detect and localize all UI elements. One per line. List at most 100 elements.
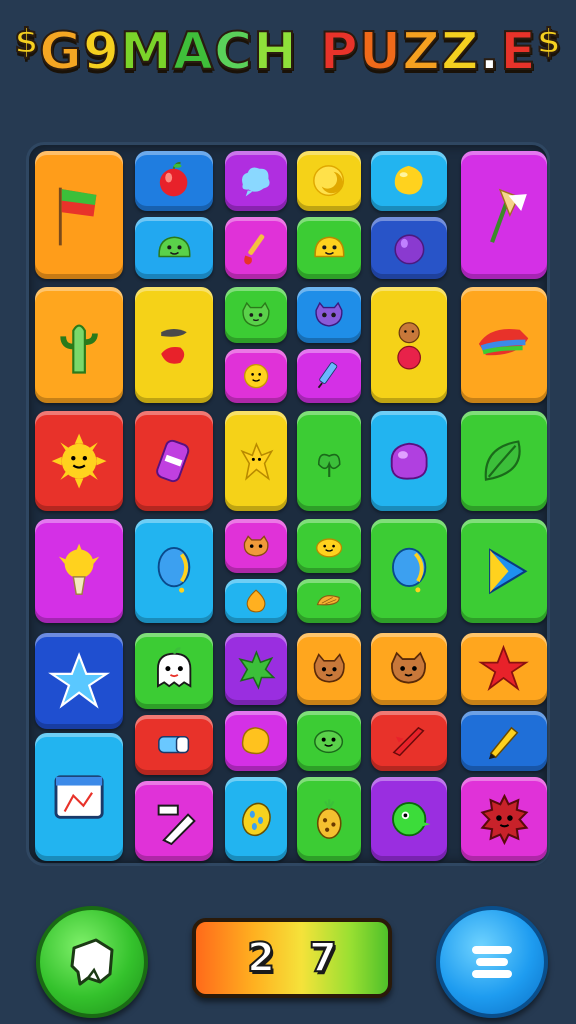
sun-face-icon bbox=[243, 363, 269, 389]
balloon-tile[interactable] bbox=[135, 519, 213, 623]
lemon-drop-icon bbox=[395, 166, 423, 195]
red-fuzzball-icon bbox=[479, 793, 529, 845]
paintbrush-tile[interactable] bbox=[225, 217, 287, 279]
title-letter: E bbox=[499, 21, 537, 83]
eraser-icon bbox=[157, 804, 196, 846]
ghost-tile[interactable] bbox=[135, 633, 213, 709]
bear-tomato-tile[interactable] bbox=[371, 287, 447, 403]
purple-cat-icon bbox=[315, 301, 343, 327]
red-fuzzball-tile[interactable] bbox=[461, 777, 547, 861]
yellow-blob-tile[interactable] bbox=[225, 711, 287, 771]
title-letter: Z bbox=[401, 21, 441, 83]
lightbulb-tile[interactable] bbox=[35, 519, 123, 623]
yellow-star-creature-tile[interactable] bbox=[225, 411, 287, 511]
paintbrush-icon bbox=[243, 233, 264, 265]
smile-slime-tile[interactable] bbox=[297, 519, 361, 573]
red-star-tile[interactable] bbox=[461, 633, 547, 705]
title-ornament-right: $ bbox=[536, 21, 562, 63]
yellow-star-creature-icon bbox=[239, 441, 274, 481]
pineapple-tile[interactable] bbox=[297, 777, 361, 861]
green-slime-icon bbox=[157, 236, 191, 257]
yellow-slime-tile[interactable] bbox=[297, 217, 361, 279]
play-triangle-tile[interactable] bbox=[461, 519, 547, 623]
moon-icon bbox=[313, 165, 345, 197]
title-letter: Z bbox=[440, 21, 480, 83]
title-letter: C bbox=[213, 21, 254, 83]
orange-drop-tile[interactable] bbox=[225, 579, 287, 623]
purple-blob-tile[interactable] bbox=[371, 411, 447, 511]
lemon-drop-tile[interactable] bbox=[371, 151, 447, 211]
red-rocket-tile[interactable] bbox=[371, 711, 447, 771]
title-letter: H bbox=[252, 21, 298, 83]
axe-tile[interactable] bbox=[461, 151, 547, 279]
green-splat-tile[interactable] bbox=[225, 633, 287, 705]
sun-tile[interactable] bbox=[35, 411, 123, 511]
moon-tile[interactable] bbox=[297, 151, 361, 211]
orange-monster-icon bbox=[243, 535, 269, 557]
title-letter: A bbox=[172, 21, 215, 83]
bottom-bar: 2 7 bbox=[0, 880, 576, 1024]
syringe-icon bbox=[317, 362, 338, 389]
blue-balloon-icon bbox=[391, 547, 427, 593]
green-cat-icon bbox=[242, 301, 270, 327]
leaf-icon bbox=[484, 440, 521, 481]
bear-tomato-icon bbox=[397, 321, 421, 370]
green-plant-tile[interactable] bbox=[297, 411, 361, 511]
pepper-tile[interactable] bbox=[135, 287, 213, 403]
red-star-icon bbox=[478, 645, 530, 692]
title-letter: U bbox=[358, 21, 403, 83]
title-letter: G bbox=[38, 21, 83, 83]
cloud-blob-tile[interactable] bbox=[225, 151, 287, 211]
orange-monster-tile[interactable] bbox=[225, 519, 287, 573]
pineapple-icon bbox=[316, 799, 342, 839]
title-letter: M bbox=[119, 21, 173, 83]
bandage-tile[interactable] bbox=[135, 411, 213, 511]
eraser-tile[interactable] bbox=[135, 781, 213, 861]
plum-icon bbox=[393, 234, 424, 265]
title-letter: . bbox=[479, 21, 501, 83]
smile-slime-icon bbox=[315, 538, 343, 558]
yellow-pencil-tile[interactable] bbox=[461, 711, 547, 771]
blue-balloon-tile[interactable] bbox=[371, 519, 447, 623]
cloud-blob-icon bbox=[242, 167, 270, 197]
blue-star-tile[interactable] bbox=[35, 633, 123, 729]
purple-cat-tile[interactable] bbox=[297, 287, 361, 343]
purple-blob-icon bbox=[390, 442, 428, 480]
app-window-tile[interactable] bbox=[35, 733, 123, 861]
plum-tile[interactable] bbox=[371, 217, 447, 279]
rainbow-hat-tile[interactable] bbox=[461, 287, 547, 403]
score-display: 2 7 bbox=[192, 918, 392, 998]
ghost-icon bbox=[156, 647, 192, 688]
leaf-tile[interactable] bbox=[461, 411, 547, 511]
cat-face-tile[interactable] bbox=[297, 633, 361, 705]
game-title: $ G 9 M A C H P U Z Z. E $ bbox=[0, 12, 576, 92]
green-bird-tile[interactable] bbox=[371, 777, 447, 861]
bear-face-icon bbox=[391, 652, 427, 685]
spotted-egg-icon bbox=[241, 802, 271, 836]
hint-button[interactable] bbox=[36, 906, 148, 1018]
green-slime-tile[interactable] bbox=[135, 217, 213, 279]
flag-icon bbox=[58, 187, 97, 246]
menu-button[interactable] bbox=[436, 906, 548, 1018]
shell-tile[interactable] bbox=[297, 579, 361, 623]
red-rocket-icon bbox=[392, 727, 425, 757]
title-word-2: P U Z Z. E $ bbox=[319, 21, 562, 83]
orange-drop-icon bbox=[246, 589, 266, 613]
green-face-tile[interactable] bbox=[297, 711, 361, 771]
cactus-tile[interactable] bbox=[35, 287, 123, 403]
score-digit-1: 2 bbox=[246, 934, 276, 982]
shell-icon bbox=[316, 595, 340, 606]
lightbulb-icon bbox=[58, 543, 100, 595]
app-window-icon bbox=[54, 775, 104, 819]
spotted-egg-tile[interactable] bbox=[225, 777, 287, 861]
axe-icon bbox=[489, 188, 527, 243]
syringe-tile[interactable] bbox=[297, 349, 361, 403]
apple-tile[interactable] bbox=[135, 151, 213, 211]
bear-face-tile[interactable] bbox=[371, 633, 447, 705]
green-cat-tile[interactable] bbox=[225, 287, 287, 343]
menu-lines-icon bbox=[472, 946, 512, 978]
flag-tile[interactable] bbox=[35, 151, 123, 279]
sun-face-tile[interactable] bbox=[225, 349, 287, 403]
yellow-blob-icon bbox=[242, 727, 270, 755]
bandage-blue-tile[interactable] bbox=[135, 715, 213, 775]
